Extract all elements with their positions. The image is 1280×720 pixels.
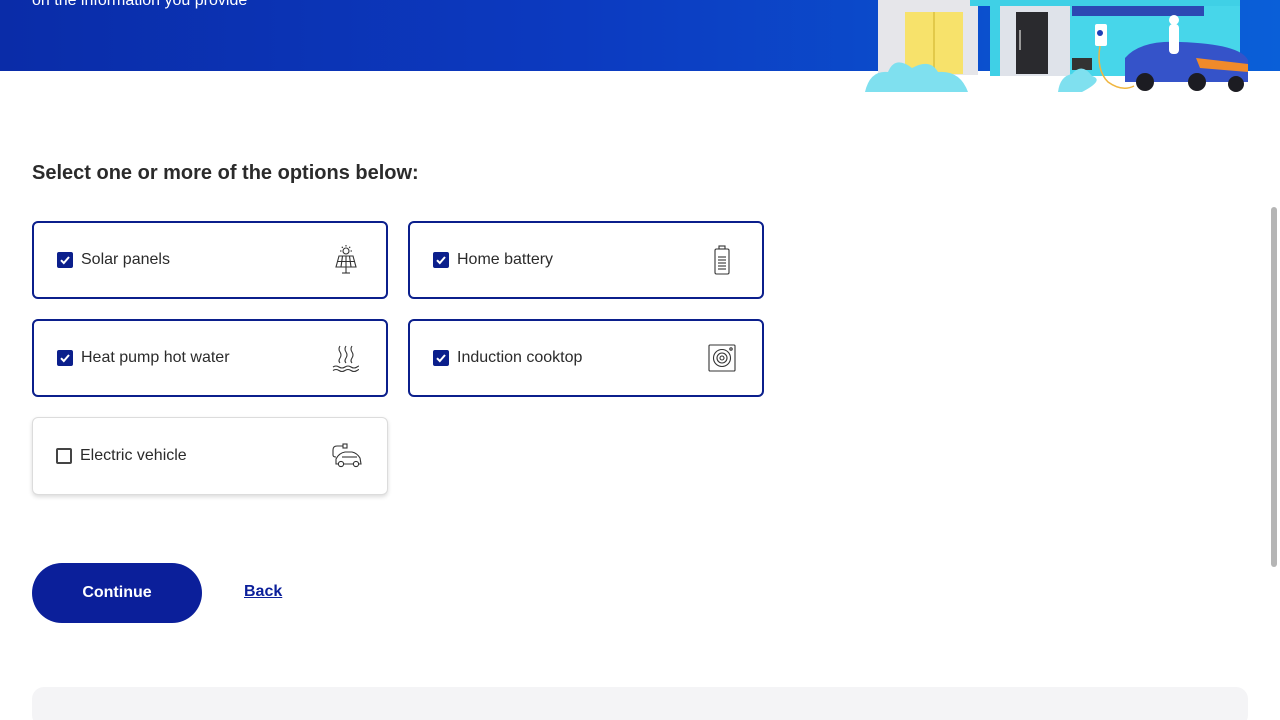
footer-panel: [32, 687, 1248, 720]
option-solar-panels[interactable]: Solar panels: [32, 221, 388, 299]
page: on the information you provide Select on…: [0, 0, 1280, 720]
option-home-battery[interactable]: Home battery: [408, 221, 764, 299]
solar-panels-checkbox[interactable]: [57, 252, 73, 268]
continue-button[interactable]: Continue: [32, 563, 202, 623]
battery-icon: [714, 245, 730, 275]
home-battery-checkbox[interactable]: [433, 252, 449, 268]
home-energy-illustration: [865, 0, 1248, 92]
option-electric-vehicle[interactable]: Electric vehicle: [32, 417, 388, 495]
heat-pump-checkbox[interactable]: [57, 350, 73, 366]
option-label: Electric vehicle: [80, 447, 187, 464]
option-label: Induction cooktop: [457, 349, 583, 366]
hero-subtitle: on the information you provide: [32, 0, 248, 9]
option-label: Home battery: [457, 251, 554, 268]
option-induction-cooktop[interactable]: Induction cooktop: [408, 319, 764, 397]
option-label: Solar panels: [81, 251, 170, 268]
induction-cooktop-checkbox[interactable]: [433, 350, 449, 366]
options-prompt: Select one or more of the options below:: [32, 162, 419, 184]
electric-car-icon: [332, 443, 362, 468]
solar-panel-icon: [335, 245, 357, 274]
option-heat-pump-hot-water[interactable]: Heat pump hot water: [32, 319, 388, 397]
cooktop-icon: [708, 344, 736, 372]
back-link[interactable]: Back: [244, 583, 282, 601]
heat-waves-icon: [332, 345, 360, 373]
option-label: Heat pump hot water: [81, 349, 230, 366]
electric-vehicle-checkbox[interactable]: [56, 448, 72, 464]
scrollbar[interactable]: [1271, 207, 1277, 567]
